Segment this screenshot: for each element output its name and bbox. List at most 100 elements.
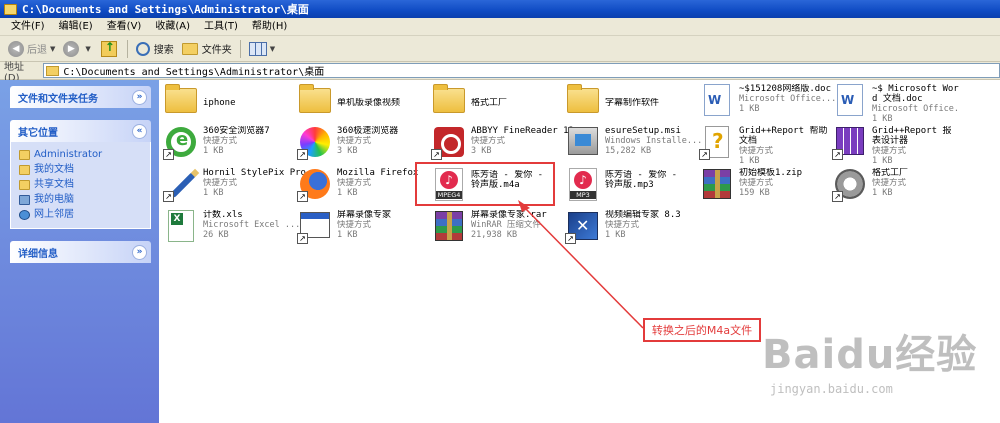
file-item[interactable]: 字幕制作软件 [565, 82, 697, 124]
file-tasks-panel: 文件和文件夹任务 » [10, 86, 151, 108]
chevron-down-icon: ▼ [50, 44, 56, 53]
up-folder-button[interactable] [95, 38, 123, 60]
other-places-header[interactable]: 其它位置 « [10, 120, 151, 142]
watermark-url: jingyan.baidu.com [770, 382, 893, 396]
views-icon [248, 41, 267, 56]
file-item[interactable]: 格式工厂 [431, 82, 563, 124]
winrar-archive-icon [699, 166, 735, 202]
folder-icon [46, 65, 60, 76]
chevron-down-icon[interactable]: » [132, 244, 147, 260]
file-item[interactable]: ↗ 视频编辑专家 8.3 快捷方式 1 KB [565, 208, 697, 250]
winrar-archive-icon [431, 208, 467, 244]
place-administrator[interactable]: Administrator [19, 147, 142, 162]
folder-icon [181, 42, 198, 55]
menu-help[interactable]: 帮助(H) [245, 18, 294, 36]
folder-icon [163, 82, 199, 118]
menu-edit[interactable]: 编辑(E) [52, 18, 100, 36]
video-editor-icon: ↗ [565, 208, 601, 244]
mp3-audio-icon [565, 166, 601, 202]
menu-file[interactable]: 文件(F) [4, 18, 52, 36]
annotation-callout: 转换之后的M4a文件 [643, 318, 761, 342]
forward-button[interactable]: ▶ ▼ [59, 38, 94, 60]
toolbar: ◀ 后退 ▼ ▶ ▼ 搜索 文件夹 ▼ [0, 36, 1000, 62]
folder-icon [19, 179, 30, 190]
file-item[interactable]: iphone [163, 82, 295, 124]
task-pane: 文件和文件夹任务 » 其它位置 « Administrator 我的文档 共享文… [0, 80, 159, 423]
address-input[interactable]: C:\Documents and Settings\Administrator\… [43, 63, 1000, 78]
chevron-down-icon[interactable]: » [132, 89, 147, 105]
installer-icon [565, 124, 601, 160]
folder-icon [297, 82, 333, 118]
folders-button[interactable]: 文件夹 [178, 38, 236, 60]
file-item[interactable]: ↗ Mozilla Firefox 快捷方式 1 KB [297, 166, 429, 208]
place-my-computer[interactable]: 我的电脑 [19, 192, 142, 207]
file-item[interactable]: 陈芳语 - 爱你 - 铃声版.mp3 [565, 166, 697, 208]
file-item[interactable]: ↗ 360极速浏览器 快捷方式 3 KB [297, 124, 429, 166]
shortcut-arrow-icon: ↗ [699, 149, 710, 160]
excel-document-icon [163, 208, 199, 244]
other-places-list: Administrator 我的文档 共享文档 我的电脑 网上邻居 [10, 142, 151, 229]
other-places-panel: 其它位置 « Administrator 我的文档 共享文档 我的电脑 网上邻居 [10, 120, 151, 229]
chevron-up-icon[interactable]: « [132, 123, 147, 139]
report-designer-icon: ↗ [832, 124, 868, 160]
format-factory-icon: ↗ [832, 166, 868, 202]
search-button[interactable]: 搜索 [132, 38, 178, 60]
firefox-icon: ↗ [297, 166, 333, 202]
shortcut-arrow-icon: ↗ [163, 191, 174, 202]
views-button[interactable]: ▼ [245, 38, 279, 60]
folder-icon [565, 82, 601, 118]
shortcut-arrow-icon: ↗ [297, 149, 308, 160]
place-network[interactable]: 网上邻居 [19, 207, 142, 222]
network-icon [19, 209, 30, 220]
toolbar-separator [126, 39, 128, 58]
help-document-icon: ↗ [699, 124, 735, 160]
word-document-icon [699, 82, 735, 118]
up-folder-icon [100, 40, 117, 57]
details-panel: 详细信息 » [10, 241, 151, 263]
highlight-box [415, 162, 555, 206]
shortcut-arrow-icon: ↗ [832, 149, 843, 160]
shortcut-arrow-icon: ↗ [163, 149, 174, 160]
back-arrow-icon: ◀ [8, 40, 24, 57]
file-item[interactable]: 初始模板1.zip 快捷方式 159 KB [699, 166, 831, 208]
file-item[interactable]: ↗ Grid++Report 报表设计器 快捷方式 1 KB [832, 124, 962, 166]
file-item[interactable]: ~$ Microsoft Word 文档.doc Microsoft Offic… [832, 82, 962, 124]
file-item[interactable]: 单机版录像视频 [297, 82, 429, 124]
chevron-down-icon: ▼ [269, 44, 276, 53]
menu-view[interactable]: 查看(V) [100, 18, 149, 36]
file-item[interactable]: ↗ Hornil StylePix Pro 快捷方式 1 KB [163, 166, 306, 208]
details-header[interactable]: 详细信息 » [10, 241, 151, 263]
word-document-icon [832, 82, 868, 118]
file-item[interactable]: ↗ 格式工厂 快捷方式 1 KB [832, 166, 962, 208]
place-my-documents[interactable]: 我的文档 [19, 162, 142, 177]
baidu-watermark: Baidu经验 jingyan.baidu.com [762, 322, 982, 402]
stylepix-pen-icon: ↗ [163, 166, 199, 202]
window-title: C:\Documents and Settings\Administrator\… [22, 3, 309, 16]
shortcut-arrow-icon: ↗ [565, 233, 576, 244]
screen-recorder-icon: ↗ [297, 208, 333, 244]
back-button[interactable]: ◀ 后退 ▼ [4, 38, 59, 60]
shortcut-arrow-icon: ↗ [297, 233, 308, 244]
file-item[interactable]: ~$151208网络版.doc Microsoft Office... 1 KB [699, 82, 836, 124]
chevron-down-icon: ▼ [85, 44, 91, 53]
menu-favorites[interactable]: 收藏(A) [148, 18, 197, 36]
title-bar: C:\Documents and Settings\Administrator\… [0, 0, 1000, 18]
file-item[interactable]: ↗ Grid++Report 帮助文档 快捷方式 1 KB [699, 124, 831, 166]
file-item[interactable]: ↗ 360安全浏览器7 快捷方式 1 KB [163, 124, 295, 166]
place-shared-documents[interactable]: 共享文档 [19, 177, 142, 192]
folder-icon [4, 3, 17, 15]
forward-arrow-icon: ▶ [63, 40, 80, 57]
file-item[interactable]: ↗ 屏幕录像专家 快捷方式 1 KB [297, 208, 429, 250]
file-tasks-header[interactable]: 文件和文件夹任务 » [10, 86, 151, 108]
file-item[interactable]: ↗ ABBYY FineReader 12 快捷方式 3 KB [431, 124, 574, 166]
shortcut-arrow-icon: ↗ [297, 191, 308, 202]
menu-tools[interactable]: 工具(T) [197, 18, 245, 36]
browser-360-speed-icon: ↗ [297, 124, 333, 160]
address-value: C:\Documents and Settings\Administrator\… [63, 67, 325, 78]
file-item[interactable]: esureSetup.msi Windows Installe... 15,28… [565, 124, 702, 166]
file-item[interactable]: 计数.xls Microsoft Excel ... 26 KB [163, 208, 300, 250]
folder-icon [19, 164, 30, 175]
abbyy-icon: ↗ [431, 124, 467, 160]
file-item[interactable]: 屏幕录像专家.rar WinRAR 压缩文件 21,938 KB [431, 208, 563, 250]
computer-icon [19, 194, 30, 205]
